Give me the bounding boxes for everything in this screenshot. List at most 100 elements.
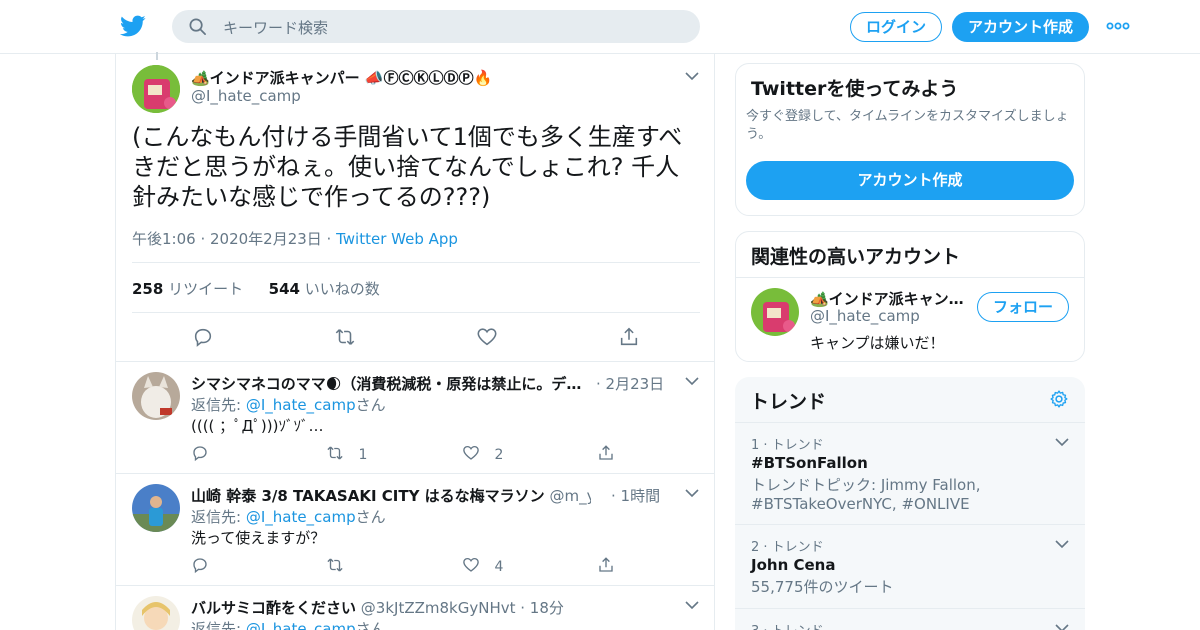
avatar-image-icon [751, 288, 799, 336]
login-button[interactable]: ログイン [850, 12, 942, 42]
trend-rank: 2 · トレンド [751, 540, 824, 555]
reply-time[interactable]: · 18分 [515, 599, 564, 617]
avatar-image-icon [132, 484, 180, 532]
related-account-bio: キャンプは嫌いだ！ [810, 334, 945, 352]
reply-header: 山崎 幹泰 3/8 TAKASAKI CITY はるな梅マラソン @m_yama… [191, 485, 591, 506]
divider [132, 312, 700, 313]
trend-rank: 3 · トレンド [751, 620, 824, 630]
reply-button[interactable] [191, 444, 209, 462]
search-box[interactable]: キーワード検索 [172, 10, 700, 43]
related-account-handle[interactable]: @I_hate_camp [810, 307, 920, 325]
signup-card-title: Twitterを使ってみよう [751, 78, 959, 100]
reply-display-name[interactable]: シマシマネコのママ🌒（消費税減税・原発は禁止に。デ… [191, 373, 666, 394]
trend-info: 55,775件のツイート [751, 578, 894, 596]
trend-name[interactable]: John Cena [751, 556, 835, 574]
divider [735, 608, 1085, 609]
reply-icon [193, 558, 207, 574]
avatar-image-icon [132, 596, 180, 630]
main-timeline: 🏕️インドア派キャンパー 📣ⒻⒸⓀⓁⒹⓅ🔥 @I_hate_camp (こんなも… [115, 52, 715, 630]
twitter-bird-icon[interactable] [120, 13, 146, 39]
share-button[interactable] [597, 556, 615, 574]
reply-time[interactable]: · 1時間 [611, 485, 660, 506]
heart-icon [463, 445, 479, 460]
trend-info: トレンドトピック: Jimmy Fallon, #BTSTakeOverNYC,… [751, 476, 981, 513]
display-name[interactable]: 🏕️インドア派キャンパー 📣ⒻⒸⓀⓁⒹⓅ🔥 [191, 67, 492, 88]
avatar-image-icon [132, 372, 180, 420]
reply-to-line: 返信先: @I_hate_campさん [191, 508, 386, 526]
heart-icon [463, 557, 479, 572]
like-stat[interactable]: 544 いいねの数 [269, 280, 380, 298]
follow-button[interactable]: フォロー [977, 292, 1069, 322]
user-handle[interactable]: @I_hate_camp [191, 87, 301, 105]
retweet-icon [327, 558, 343, 572]
chevron-down-icon[interactable] [685, 376, 699, 386]
chevron-down-icon[interactable] [685, 488, 699, 498]
reply-to-link[interactable]: @I_hate_camp [246, 396, 356, 414]
divider [735, 422, 1085, 423]
tweet-timestamp[interactable]: 午後1:06 · 2020年2月23日 · [132, 230, 336, 248]
retweet-button[interactable]: 1 [326, 444, 368, 463]
signup-prompt-card: Twitterを使ってみよう 今すぐ登録して、タイムラインをカスタマイズしましょ… [735, 63, 1085, 216]
reply-handle[interactable]: @3kJtZZm8kGyNHvt [361, 599, 516, 617]
thread-connector [156, 52, 158, 60]
reply-to-line: 返信先: @I_hate_campさん [191, 396, 386, 414]
retweet-icon[interactable] [334, 326, 356, 348]
share-icon[interactable] [618, 326, 640, 348]
reply-to-line: 返信先: @I_hate_campさん [191, 618, 386, 630]
reply-tweet[interactable]: シマシマネコのママ🌒（消費税減税・原発は禁止に。デ… · 2月23日 返信先: … [116, 361, 714, 473]
avatar[interactable] [132, 65, 180, 113]
reply-time[interactable]: · 2月23日 [596, 373, 664, 394]
more-options-icon[interactable] [1106, 18, 1130, 34]
chevron-down-icon[interactable] [1055, 437, 1069, 447]
divider [132, 262, 700, 263]
trends-title: トレンド [750, 391, 827, 413]
reply-display-name[interactable]: 山崎 幹泰 3/8 TAKASAKI CITY はるな梅マラソン [191, 487, 545, 505]
gear-icon[interactable] [1049, 389, 1069, 409]
tweet-source[interactable]: Twitter Web App [336, 230, 458, 248]
related-accounts-card: 関連性の高いアカウント 🏕️インドア派キャン… @I_hate_camp キャン… [735, 231, 1085, 362]
avatar[interactable] [751, 288, 799, 336]
chevron-down-icon[interactable] [685, 600, 699, 610]
reply-to-link[interactable]: @I_hate_camp [246, 508, 356, 526]
reply-to-link[interactable]: @I_hate_camp [246, 620, 356, 630]
like-count: 4 [494, 559, 504, 575]
top-navigation-bar: キーワード検索 ログイン アカウント作成 [0, 0, 1200, 54]
trend-rank: 1 · トレンド [751, 438, 824, 453]
reply-text: 洗って使えますが？ [191, 529, 326, 547]
avatar[interactable] [132, 372, 180, 420]
reply-text: (((( ；ﾟДﾟ)))ｿﾞｿﾞ… [191, 417, 324, 435]
reply-display-name[interactable]: バルサミコ酢をください [191, 599, 356, 617]
heart-icon[interactable] [476, 326, 498, 348]
tweet-stats: 258 リツイート 544 いいねの数 [132, 278, 380, 299]
reply-icon [193, 446, 207, 462]
trend-name[interactable]: #BTSonFallon [751, 454, 868, 472]
reply-handle[interactable]: @m_yama... [549, 487, 591, 505]
signup-card-button[interactable]: アカウント作成 [746, 161, 1074, 200]
avatar-image-icon [132, 65, 180, 113]
chevron-down-icon[interactable] [685, 71, 699, 81]
share-icon [599, 557, 613, 572]
like-button[interactable]: 2 [462, 444, 504, 463]
share-icon [599, 445, 613, 460]
like-count: 2 [494, 447, 504, 463]
retweet-button[interactable] [326, 556, 344, 574]
avatar[interactable] [132, 484, 180, 532]
retweet-count: 1 [358, 447, 368, 463]
search-placeholder[interactable]: キーワード検索 [223, 17, 328, 38]
reply-button[interactable] [191, 556, 209, 574]
chevron-down-icon[interactable] [1055, 623, 1069, 630]
retweet-stat[interactable]: 258 リツイート [132, 280, 243, 298]
reply-header: バルサミコ酢をください @3kJtZZm8kGyNHvt · 18分 [191, 597, 671, 618]
reply-tweet[interactable]: バルサミコ酢をください @3kJtZZm8kGyNHvt · 18分 返信先: … [116, 585, 714, 630]
related-account-name[interactable]: 🏕️インドア派キャン… [810, 288, 970, 309]
signup-button[interactable]: アカウント作成 [952, 12, 1089, 42]
reply-tweet[interactable]: 山崎 幹泰 3/8 TAKASAKI CITY はるな梅マラソン @m_yama… [116, 473, 714, 585]
avatar[interactable] [132, 596, 180, 630]
share-button[interactable] [597, 444, 615, 462]
divider [736, 277, 1084, 278]
reply-icon[interactable] [192, 326, 214, 348]
chevron-down-icon[interactable] [1055, 539, 1069, 549]
like-button[interactable]: 4 [462, 556, 504, 575]
tweet-text: (こんなもん付ける手間省いて1個でも多く生産すべきだと思うがねぇ。使い捨てなんで… [132, 123, 683, 211]
trends-panel: トレンド 1 · トレンド #BTSonFallon トレンドトピック: Jim… [735, 377, 1085, 630]
